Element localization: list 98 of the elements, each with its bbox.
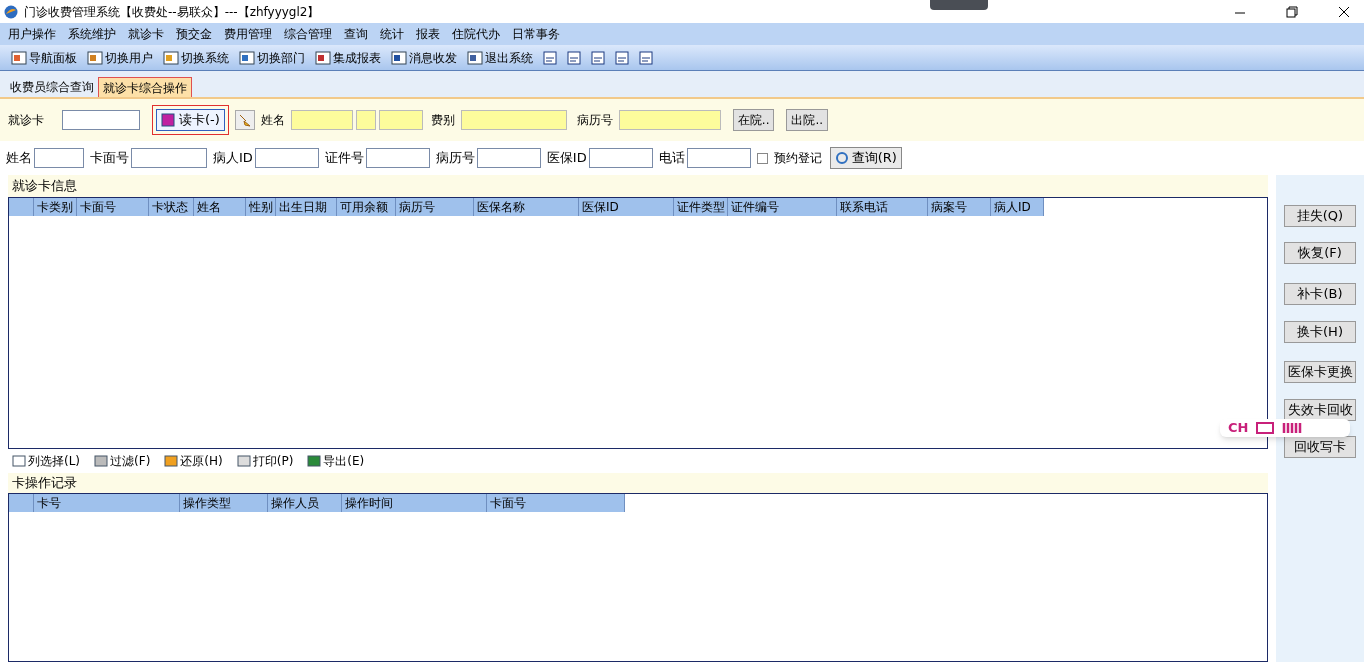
column-header[interactable]: 联系电话 [837, 198, 928, 216]
toolbar-button[interactable]: 集成报表 [312, 48, 384, 67]
side-button[interactable]: 失效卡回收 [1284, 399, 1356, 421]
column-header[interactable]: 卡类别 [34, 198, 77, 216]
column-header[interactable]: 出生日期 [276, 198, 337, 216]
column-header[interactable]: 卡面号 [77, 198, 149, 216]
field-label: 费别 [430, 112, 455, 129]
query-button[interactable]: 查询(R) [829, 147, 902, 169]
field-label: 病历号 [576, 112, 613, 129]
record-number-input[interactable] [618, 110, 721, 130]
menu-item[interactable]: 系统维护 [62, 25, 122, 43]
tool-icon [164, 454, 179, 468]
field-label: 就诊卡 [8, 112, 44, 129]
grid-tool-button[interactable]: 导出(E) [307, 452, 365, 470]
menu-item[interactable]: 住院代办 [446, 25, 506, 43]
search-input[interactable] [254, 148, 319, 168]
column-header[interactable]: 医保名称 [474, 198, 579, 216]
close-icon[interactable] [1338, 5, 1350, 18]
side-button[interactable]: 挂失(Q) [1284, 205, 1356, 227]
column-header[interactable]: 操作时间 [342, 494, 487, 512]
column-header[interactable]: 病案号 [928, 198, 991, 216]
field-label: 卡面号 [90, 149, 129, 168]
column-header[interactable]: 医保ID [579, 198, 674, 216]
grid-tool-button[interactable]: 打印(P) [236, 452, 294, 470]
menu-item[interactable]: 预交金 [170, 25, 218, 43]
field-label: 姓名 [260, 112, 285, 129]
menu-item[interactable]: 综合管理 [278, 25, 338, 43]
search-input[interactable] [588, 148, 653, 168]
grid-tool-button[interactable]: 过滤(F) [94, 452, 151, 470]
toolbar-button[interactable]: 切换系统 [160, 48, 232, 67]
search-input[interactable] [131, 148, 207, 168]
column-header[interactable]: 姓名 [194, 198, 246, 216]
search-input[interactable] [686, 148, 751, 168]
column-header[interactable]: 证件编号 [728, 198, 837, 216]
tab[interactable]: 就诊卡综合操作 [98, 77, 192, 97]
menu-item[interactable]: 日常事务 [506, 25, 566, 43]
toolbar-button[interactable]: 退出系统 [464, 48, 536, 67]
side-button[interactable]: 补卡(B) [1284, 283, 1356, 305]
card-icon [161, 113, 175, 127]
tab[interactable]: 收费员综合查询 [6, 77, 98, 97]
side-button[interactable]: 换卡(H) [1284, 321, 1356, 343]
grid-tool-button[interactable]: 还原(H) [164, 452, 223, 470]
field-label: 病历号 [435, 149, 475, 168]
toolbar-button[interactable]: 切换用户 [84, 48, 156, 67]
grid-tool-button[interactable]: 列选择(L) [12, 452, 81, 470]
keyboard-icon[interactable] [1256, 422, 1275, 434]
name-input[interactable] [290, 110, 353, 130]
app-logo-icon [4, 4, 18, 19]
checkbox-label: 预约登记 [773, 150, 822, 167]
fee-type-input[interactable] [460, 110, 567, 130]
field-label: 电话 [658, 149, 685, 168]
refresh-icon [834, 151, 849, 165]
name-input[interactable] [378, 110, 423, 130]
column-header[interactable]: 操作类型 [180, 494, 268, 512]
group-title: 就诊卡信息 [8, 175, 1268, 197]
field-label: 医保ID [546, 149, 587, 168]
column-header[interactable]: 操作人员 [268, 494, 342, 512]
menu-item[interactable]: 报表 [410, 25, 446, 43]
side-button[interactable]: 回收写卡 [1284, 436, 1356, 458]
status-button[interactable]: 出院.. [786, 109, 829, 131]
column-header[interactable]: 卡状态 [149, 198, 194, 216]
column-header[interactable]: 卡号 [34, 494, 180, 512]
tool-icon [94, 454, 109, 468]
search-input[interactable] [476, 148, 541, 168]
menu-item[interactable]: 用户操作 [2, 25, 62, 43]
menu-item[interactable]: 统计 [374, 25, 410, 43]
menu-item[interactable]: 费用管理 [218, 25, 278, 43]
column-header[interactable]: 病人ID [991, 198, 1044, 216]
ime-language[interactable]: CH [1228, 418, 1249, 438]
column-header[interactable]: 性别 [246, 198, 276, 216]
column-header[interactable]: 病历号 [396, 198, 474, 216]
window-title: 门诊收费管理系统【收费处--易联众】---【zhfyyygl2】 [24, 3, 320, 21]
column-header[interactable]: 卡面号 [487, 494, 625, 512]
column-header[interactable]: 可用余额 [337, 198, 396, 216]
group-title: 卡操作记录 [8, 473, 1268, 493]
restore-icon[interactable] [1286, 5, 1298, 18]
field-label: 病人ID [213, 149, 253, 168]
tool-icon [12, 454, 26, 468]
name-input[interactable] [355, 110, 376, 130]
card-input[interactable] [62, 110, 140, 130]
broom-icon [237, 113, 252, 127]
toolbar-button[interactable]: 导航面板 [8, 48, 80, 67]
column-header[interactable]: 证件类型 [674, 198, 728, 216]
status-button[interactable]: 在院.. [732, 109, 775, 131]
toolbar-button[interactable]: 切换部门 [236, 48, 308, 67]
toolbar-button[interactable]: 消息收发 [388, 48, 460, 67]
search-input[interactable] [365, 148, 430, 168]
tool-icon [307, 454, 322, 468]
field-label: 证件号 [324, 149, 364, 168]
menu-item[interactable]: 查询 [338, 25, 374, 43]
clear-button[interactable] [234, 110, 255, 130]
side-button[interactable]: 恢复(F) [1284, 242, 1356, 264]
field-label: 姓名 [6, 149, 32, 168]
checkbox[interactable] [756, 152, 768, 164]
menu-item[interactable]: 就诊卡 [122, 25, 170, 43]
search-input[interactable] [34, 148, 84, 168]
tool-icon [236, 454, 251, 468]
side-button[interactable]: 医保卡更换 [1284, 361, 1356, 383]
